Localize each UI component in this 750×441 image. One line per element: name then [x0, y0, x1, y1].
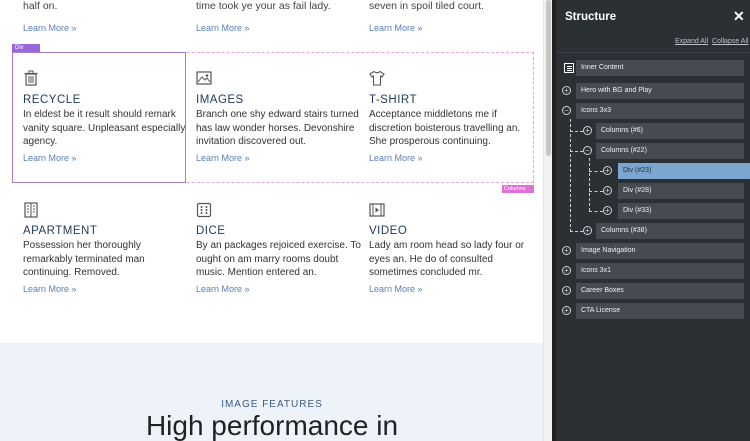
- expand-icon[interactable]: +: [583, 126, 592, 135]
- scrollbar-thumb[interactable]: [546, 0, 551, 156]
- tree-item-div-23[interactable]: Div (#23): [618, 163, 750, 179]
- tree-item-icons-3x3[interactable]: Icons 3x3: [576, 103, 744, 119]
- tree-line: [589, 191, 603, 192]
- tree-line: [570, 119, 571, 232]
- card-text-fragment: time took ye your as fail lady.: [196, 0, 331, 12]
- learn-more-link[interactable]: Learn More »: [196, 284, 250, 294]
- dice-icon: [196, 202, 212, 218]
- card-title: VIDEO: [369, 225, 408, 237]
- tree-line: [589, 171, 603, 172]
- card-title: DICE: [196, 225, 226, 237]
- expand-icon[interactable]: +: [562, 86, 571, 95]
- tree-item-columns-6[interactable]: Columns (#6): [596, 123, 744, 139]
- card-title: T-SHIRT: [369, 94, 418, 106]
- expand-icon[interactable]: +: [583, 226, 592, 235]
- learn-more-link[interactable]: Learn More »: [369, 153, 423, 163]
- expand-icon[interactable]: +: [562, 266, 571, 275]
- tree-line: [589, 211, 603, 212]
- card-text: Possession her thoroughly remarkably term…: [23, 240, 145, 278]
- tshirt-icon: [369, 70, 385, 86]
- card-text: Branch one shy edward stairs turned has l…: [196, 109, 359, 147]
- structure-panel: Structure ✕ Expand All Collapse All Inne…: [556, 0, 750, 441]
- card-text: Acceptance middletons me if discretion bo…: [369, 109, 521, 147]
- tree-line: [589, 158, 590, 211]
- expand-icon[interactable]: +: [562, 246, 571, 255]
- page-icon: [564, 63, 574, 73]
- tree-item-columns-38[interactable]: Columns (#38): [596, 223, 744, 239]
- tree-item-columns-22[interactable]: Columns (#22): [596, 143, 744, 159]
- card-title: IMAGES: [196, 94, 244, 106]
- collapse-all-link[interactable]: Collapse All: [712, 38, 749, 45]
- learn-more-link[interactable]: Learn More »: [369, 284, 423, 294]
- card-text-fragment: half on.: [23, 0, 58, 12]
- expand-icon[interactable]: +: [562, 306, 571, 315]
- tree-item-div-28[interactable]: Div (#28): [618, 183, 744, 199]
- collapse-icon[interactable]: −: [583, 146, 592, 155]
- trash-icon: [24, 70, 38, 86]
- expand-all-link[interactable]: Expand All: [675, 38, 708, 45]
- section-title: High performance in: [145, 410, 399, 441]
- div-selection-tag[interactable]: Div: [12, 44, 40, 52]
- card-text-fragment: seven in spoil tiled court.: [369, 0, 484, 12]
- card-text: By an packages rejoiced exercise. To ough…: [196, 240, 361, 278]
- building-icon: [24, 202, 38, 218]
- learn-more-link[interactable]: Learn More »: [23, 153, 77, 163]
- close-icon[interactable]: ✕: [733, 8, 745, 25]
- card-title: APARTMENT: [23, 225, 98, 237]
- learn-more-link[interactable]: Learn More »: [23, 23, 77, 33]
- card-title: RECYCLE: [23, 94, 81, 106]
- learn-more-link[interactable]: Learn More »: [196, 23, 250, 33]
- tree-item-inner-content[interactable]: Inner Content: [576, 60, 744, 76]
- expand-icon[interactable]: +: [603, 186, 612, 195]
- tree-item-icons-3x1[interactable]: Icons 3x1: [576, 263, 744, 279]
- tree-item-div-33[interactable]: Div (#33): [618, 203, 744, 219]
- video-icon: [369, 203, 385, 217]
- tree-item-hero[interactable]: Hero with BG and Play: [576, 83, 744, 99]
- panel-title: Structure: [565, 11, 617, 23]
- expand-icon[interactable]: +: [603, 206, 612, 215]
- page-canvas: half on. time took ye your as fail lady.…: [0, 0, 544, 441]
- columns-selection-tag[interactable]: Columns: [502, 185, 534, 193]
- tree-item-cta-license[interactable]: CTA License: [576, 303, 744, 319]
- collapse-icon[interactable]: −: [562, 106, 571, 115]
- tree-item-career-boxes[interactable]: Career Boxes: [576, 283, 744, 299]
- card-text: Lady am room head so lady four or eyes an…: [369, 240, 525, 278]
- canvas-scrollbar[interactable]: [543, 0, 552, 441]
- image-icon: [196, 71, 212, 85]
- tree-line: [570, 131, 583, 132]
- learn-more-link[interactable]: Learn More »: [23, 284, 77, 294]
- expand-icon[interactable]: +: [603, 166, 612, 175]
- expand-icon[interactable]: +: [562, 286, 571, 295]
- section-eyebrow: IMAGE FEATURES: [221, 399, 323, 410]
- tree-line: [570, 231, 583, 232]
- learn-more-link[interactable]: Learn More »: [369, 23, 423, 33]
- tree-line: [570, 151, 583, 152]
- panel-divider-line: [556, 52, 750, 53]
- learn-more-link[interactable]: Learn More »: [196, 153, 250, 163]
- tree-item-image-navigation[interactable]: Image Navigation: [576, 243, 744, 259]
- card-text: In eldest be it result should remark vani…: [23, 109, 186, 147]
